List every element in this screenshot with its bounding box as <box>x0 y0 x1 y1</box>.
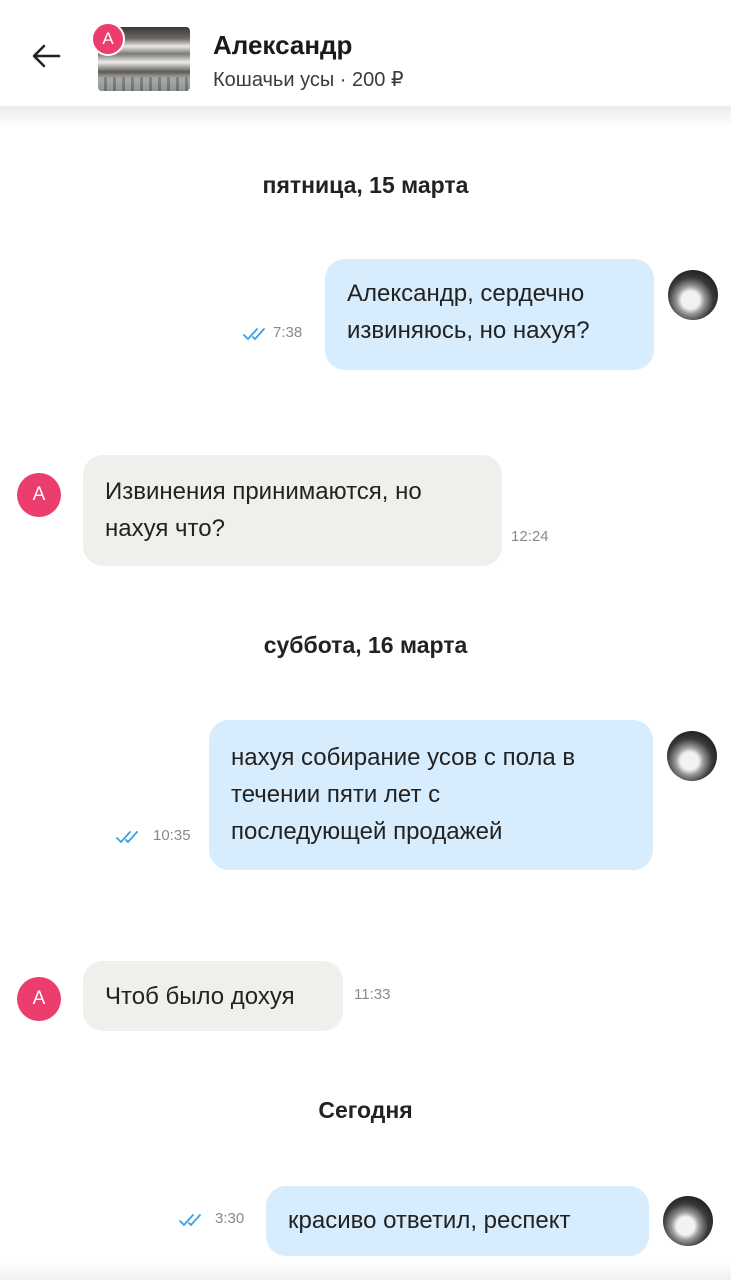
arrow-left-icon <box>32 44 61 68</box>
message-line: Александр, сердечно <box>347 280 585 307</box>
seller-avatar-badge: А <box>91 22 125 56</box>
message-line: нахуя собирание усов с пола в <box>231 744 576 771</box>
date-separator: пятница, 15 марта <box>262 172 469 198</box>
message-time: 12:24 <box>511 528 549 545</box>
message-bubble-outgoing[interactable]: нахуя собирание усов с пола в течении пя… <box>209 720 653 870</box>
chat-header: А Александр Кошачьи усы · 200 ₽ <box>0 0 731 106</box>
contact-avatar[interactable]: А <box>17 977 61 1021</box>
my-avatar[interactable] <box>668 270 718 320</box>
date-separator: суббота, 16 марта <box>263 632 468 658</box>
message-time: 11:33 <box>354 986 391 1003</box>
message-line: последующей продажей <box>231 818 503 846</box>
message-line: нахуя что? <box>105 515 225 543</box>
contact-name[interactable]: Александр <box>213 30 352 61</box>
message-time: 10:35 <box>153 827 191 844</box>
my-avatar[interactable] <box>663 1196 713 1246</box>
listing-title-price[interactable]: Кошачьи усы · 200 ₽ <box>213 67 404 92</box>
message-line: Чтоб было дохуя <box>105 983 295 1010</box>
message-line: красиво ответил, респект <box>288 1207 571 1234</box>
avatar-initial: А <box>32 484 46 505</box>
avatar-initial: А <box>32 988 46 1009</box>
bottom-shadow <box>0 1262 731 1280</box>
double-check-icon <box>179 1214 201 1227</box>
back-button[interactable] <box>26 36 66 76</box>
message-time: 3:30 <box>215 1210 245 1227</box>
double-check-icon <box>116 831 138 844</box>
date-separator: Сегодня <box>318 1097 413 1123</box>
contact-avatar[interactable]: А <box>17 473 61 517</box>
message-line: Извинения принимаются, но <box>105 478 422 505</box>
message-bubble-outgoing[interactable]: Александр, сердечно извиняюсь, но нахуя? <box>325 259 654 370</box>
message-bubble-incoming[interactable]: Извинения принимаются, но нахуя что? 12:… <box>83 455 549 566</box>
message-line: течении пяти лет с <box>231 781 441 809</box>
header-shadow <box>0 106 731 128</box>
double-check-icon <box>243 328 265 341</box>
message-bubble-outgoing[interactable]: красиво ответил, респект <box>266 1186 649 1256</box>
message-time: 7:38 <box>273 324 303 341</box>
my-avatar[interactable] <box>667 731 717 781</box>
message-bubble-incoming[interactable]: Чтоб было дохуя <box>83 961 343 1031</box>
message-line: извиняюсь, но нахуя? <box>347 317 590 345</box>
